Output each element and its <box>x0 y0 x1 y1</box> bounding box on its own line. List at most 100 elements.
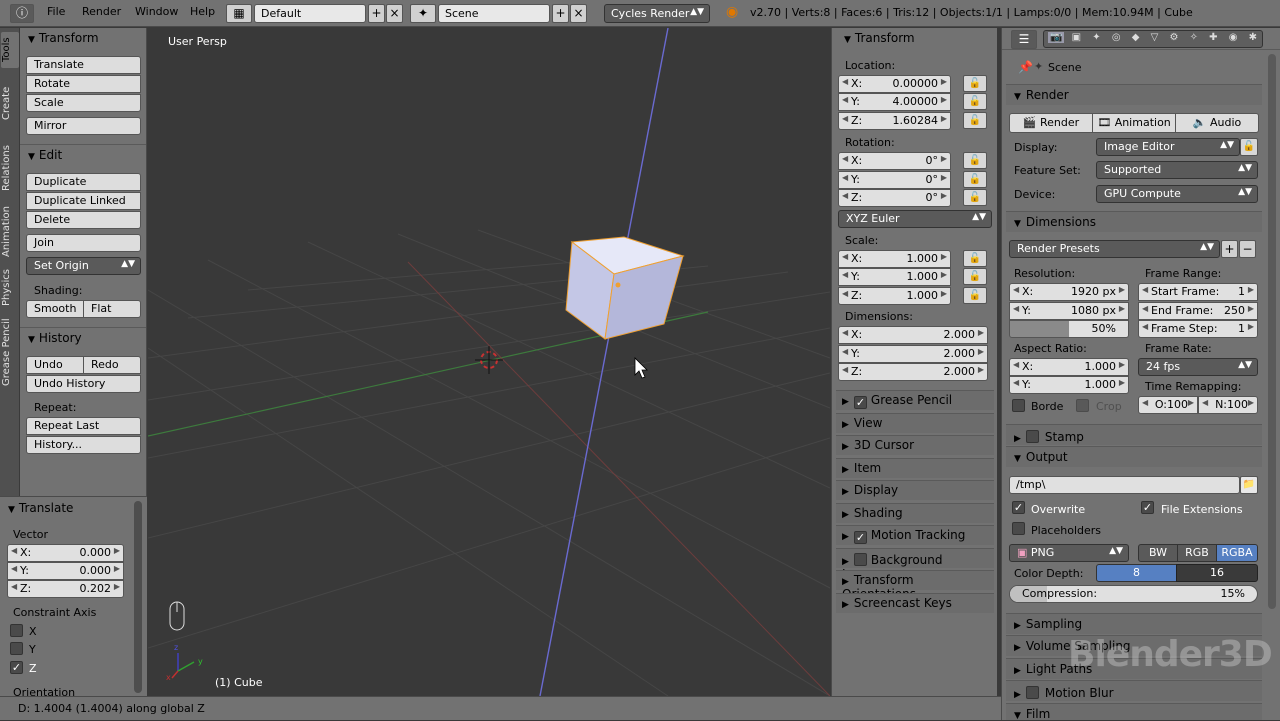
undo-history-button[interactable]: Undo History <box>26 375 141 393</box>
lock-icon[interactable]: 🔓 <box>963 93 987 110</box>
lock-icon[interactable]: 🔓 <box>963 112 987 129</box>
vector-x-field[interactable]: ◀ X: 0.000 ▶ <box>7 544 124 562</box>
cube-object[interactable] <box>565 236 685 340</box>
remove-preset-icon[interactable]: − <box>1239 240 1256 258</box>
constraint-z-checkbox[interactable]: ✓ <box>10 661 23 674</box>
lock-icon[interactable]: 🔓 <box>963 189 987 206</box>
add-scene-icon[interactable]: + <box>552 4 569 23</box>
constraint-y-checkbox[interactable] <box>10 642 23 655</box>
stamp-checkbox[interactable] <box>1025 430 1039 443</box>
output-path-field[interactable]: /tmp\ <box>1009 476 1240 494</box>
menu-file[interactable]: File <box>47 5 65 18</box>
resolution-y-field[interactable]: ◀ Y: 1080 px ▶ <box>1009 302 1129 320</box>
motion-blur-checkbox[interactable] <box>1025 686 1039 699</box>
panel-header-transform[interactable]: ▼ Transform <box>20 28 146 48</box>
motion-tracking-checkbox[interactable]: ✓ <box>853 531 867 544</box>
section-motion-tracking[interactable]: ▶ ✓ Motion Tracking <box>836 525 994 545</box>
n-panel-transform-header[interactable]: ▼ Transform <box>836 28 1001 48</box>
rotation-x-field[interactable]: ◀ X: 0° ▶ <box>838 152 951 170</box>
panel-film-header[interactable]: ▼ Film <box>1006 703 1262 721</box>
vector-y-field[interactable]: ◀ Y: 0.000 ▶ <box>7 562 124 580</box>
context-tabs[interactable]: 📷 ▣ ✦ ◎ ◆ ▽ ⚙ ✧ ✚ ◉ ✱ <box>1043 30 1263 48</box>
dimensions-x-field[interactable]: ◀ X: 2.000 ▶ <box>838 326 988 344</box>
color-depth-8-button[interactable]: 8 <box>1096 564 1177 582</box>
render-animation-button[interactable]: 🎞 Animation <box>1092 113 1176 133</box>
render-engine-dropdown[interactable]: Cycles Render ▲▼ <box>604 4 710 23</box>
aspect-y-field[interactable]: ◀ Y: 1.000 ▶ <box>1009 376 1129 394</box>
grease-pencil-checkbox[interactable]: ✓ <box>853 396 867 409</box>
resolution-x-field[interactable]: ◀ X: 1920 px ▶ <box>1009 283 1129 301</box>
section-grease-pencil[interactable]: ▶ ✓ Grease Pencil <box>836 390 994 410</box>
start-frame-field[interactable]: ◀ Start Frame: 1 ▶ <box>1138 283 1258 301</box>
tab-physics[interactable]: Physics <box>1 266 19 310</box>
lock-icon[interactable]: 🔓 <box>963 75 987 92</box>
constraint-x-checkbox[interactable] <box>10 624 23 637</box>
section-item[interactable]: ▶ Item <box>836 458 994 478</box>
editor-type-info-icon[interactable]: ⓘ <box>10 4 34 23</box>
scene-field[interactable]: Scene <box>438 4 550 23</box>
panel-sampling-header[interactable]: ▶ Sampling <box>1006 613 1262 634</box>
tab-tools[interactable]: Tools <box>1 32 19 68</box>
lock-icon[interactable]: 🔓 <box>963 250 987 267</box>
color-bw-button[interactable]: BW <box>1138 544 1178 562</box>
section-shading[interactable]: ▶ Shading <box>836 503 994 523</box>
add-preset-icon[interactable]: + <box>1221 240 1238 258</box>
screen-layout-icon[interactable]: ▦ <box>226 4 252 23</box>
menu-help[interactable]: Help <box>190 5 215 18</box>
panel-motion-blur-header[interactable]: ▶ Motion Blur <box>1006 680 1262 701</box>
placeholders-checkbox[interactable] <box>1012 522 1025 535</box>
overwrite-checkbox[interactable]: ✓ <box>1012 501 1025 514</box>
feature-set-dropdown[interactable]: Supported ▲▼ <box>1096 161 1258 179</box>
history-dots-button[interactable]: History... <box>26 436 141 454</box>
tab-create[interactable]: Create <box>1 72 19 134</box>
color-rgba-button[interactable]: RGBA <box>1216 544 1258 562</box>
remap-new-field[interactable]: ◀ N:100 ▶ <box>1198 396 1258 414</box>
crop-checkbox[interactable] <box>1076 399 1089 412</box>
render-audio-button[interactable]: 🔈 Audio <box>1175 113 1259 133</box>
color-depth-16-button[interactable]: 16 <box>1176 564 1258 582</box>
remove-scene-icon[interactable]: × <box>570 4 587 23</box>
scale-y-field[interactable]: ◀ Y: 1.000 ▶ <box>838 268 951 286</box>
file-format-dropdown[interactable]: ▣ PNG ▲▼ <box>1009 544 1129 562</box>
aspect-x-field[interactable]: ◀ X: 1.000 ▶ <box>1009 358 1129 376</box>
file-extensions-checkbox[interactable]: ✓ <box>1141 501 1154 514</box>
pin-icon[interactable]: 📌 <box>1018 60 1033 74</box>
panel-output-header[interactable]: ▼ Output <box>1006 446 1262 467</box>
remap-old-field[interactable]: ◀ O:100 ▶ <box>1138 396 1198 414</box>
location-z-field[interactable]: ◀ Z: 1.60284 ▶ <box>838 112 951 130</box>
lock-icon[interactable]: 🔓 <box>963 171 987 188</box>
compression-slider[interactable]: Compression: 15% <box>1009 585 1258 603</box>
panel-header-history[interactable]: ▼ History <box>20 327 146 347</box>
properties-scrollbar[interactable] <box>1268 54 1276 609</box>
background-images-checkbox[interactable] <box>853 553 867 566</box>
section-background-images[interactable]: ▶Background Images <box>836 548 994 581</box>
end-frame-field[interactable]: ◀ End Frame: 250 ▶ <box>1138 302 1258 320</box>
duplicate-button[interactable]: Duplicate <box>26 173 141 191</box>
frame-step-field[interactable]: ◀ Frame Step: 1 ▶ <box>1138 320 1258 338</box>
render-still-button[interactable]: 🎬 Render <box>1009 113 1093 133</box>
scene-icon[interactable]: ✦ <box>410 4 436 23</box>
screen-layout-field[interactable]: Default <box>254 4 366 23</box>
undo-button[interactable]: Undo <box>26 356 84 374</box>
editor-type-properties-icon[interactable]: ☰ <box>1011 30 1037 49</box>
add-layout-icon[interactable]: + <box>368 4 385 23</box>
folder-icon[interactable]: 📁 <box>1240 476 1258 494</box>
set-origin-dropdown[interactable]: Set Origin ▲▼ <box>26 257 141 275</box>
render-presets-dropdown[interactable]: Render Presets ▲▼ <box>1009 240 1220 258</box>
dimensions-z-field[interactable]: ◀ Z: 2.000 ▶ <box>838 363 988 381</box>
lock-icon[interactable]: 🔓 <box>963 268 987 285</box>
dimensions-y-field[interactable]: ◀ Y: 2.000 ▶ <box>838 345 988 363</box>
section-transform-orientations[interactable]: ▶Transform Orientations <box>836 570 994 601</box>
tab-animation[interactable]: Animation <box>1 202 19 262</box>
3d-viewport[interactable]: y x z User Persp (1) Cube <box>148 28 830 696</box>
color-rgb-button[interactable]: RGB <box>1177 544 1217 562</box>
location-x-field[interactable]: ◀ X: 0.00000 ▶ <box>838 75 951 93</box>
device-dropdown[interactable]: GPU Compute ▲▼ <box>1096 185 1258 203</box>
rotation-y-field[interactable]: ◀ Y: 0° ▶ <box>838 171 951 189</box>
operator-header[interactable]: ▼ Translate <box>0 498 147 518</box>
vector-z-field[interactable]: ◀ Z: 0.202 ▶ <box>7 580 124 598</box>
operator-scrollbar[interactable] <box>134 501 142 693</box>
lock-icon[interactable]: 🔓 <box>963 152 987 169</box>
section-view[interactable]: ▶ View <box>836 413 994 433</box>
panel-dimensions-header[interactable]: ▼ Dimensions <box>1006 211 1262 232</box>
